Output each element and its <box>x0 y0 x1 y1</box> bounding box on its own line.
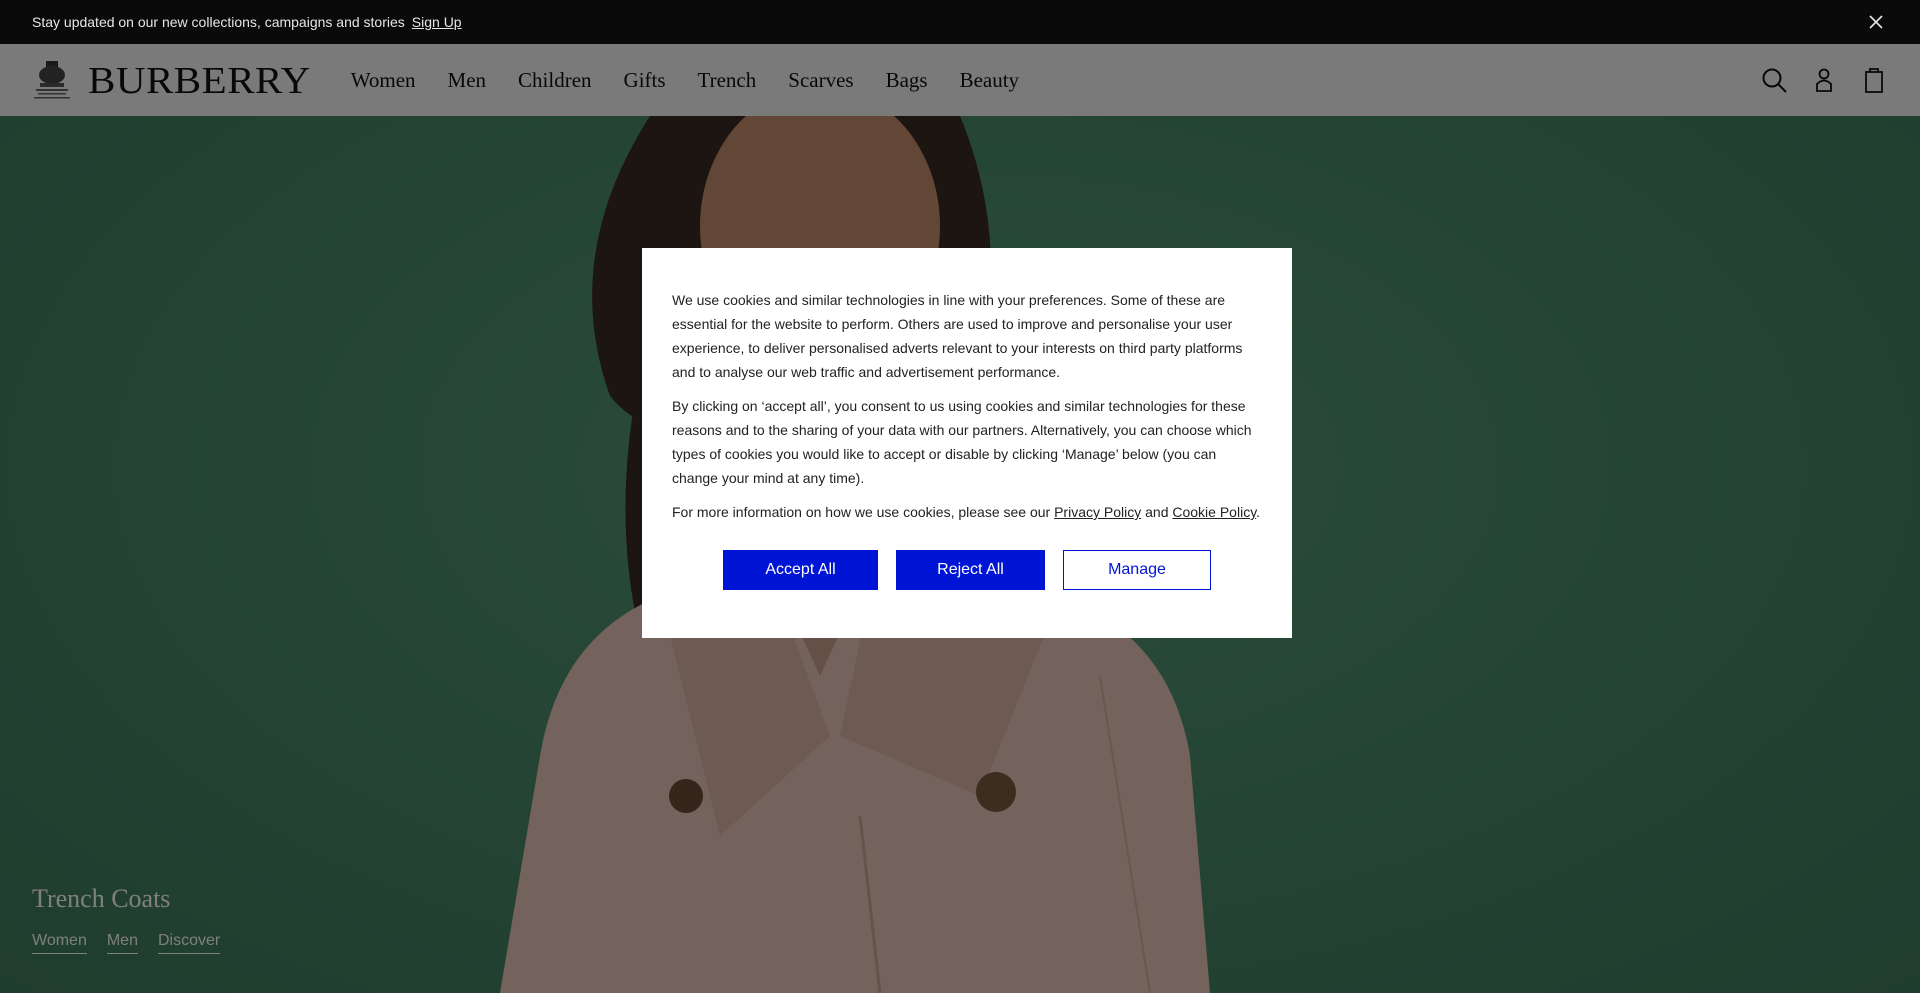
cookie-paragraph-3: For more information on how we use cooki… <box>672 500 1262 524</box>
cookie-consent-dialog: We use cookies and similar technologies … <box>642 248 1292 638</box>
manage-button[interactable]: Manage <box>1063 550 1211 590</box>
cookie-paragraph-2: By clicking on ‘accept all’, you consent… <box>672 398 1252 486</box>
period-text: . <box>1256 504 1261 520</box>
accept-all-button[interactable]: Accept All <box>723 550 878 590</box>
cookie-buttons: Accept All Reject All Manage <box>672 550 1262 590</box>
cookie-paragraph-3-text: For more information on how we use cooki… <box>672 504 1055 520</box>
privacy-policy-link[interactable]: Privacy Policy <box>1054 504 1141 520</box>
cookie-paragraph-1: We use cookies and similar technologies … <box>672 292 1243 380</box>
announcement-bar: Stay updated on our new collections, cam… <box>0 0 1920 44</box>
sign-up-link[interactable]: Sign Up <box>412 14 462 30</box>
and-text: and <box>1141 504 1173 520</box>
close-icon[interactable] <box>1866 12 1886 32</box>
reject-all-button[interactable]: Reject All <box>896 550 1045 590</box>
cookie-policy-link[interactable]: Cookie Policy <box>1172 504 1256 520</box>
announcement-text: Stay updated on our new collections, cam… <box>32 14 405 30</box>
